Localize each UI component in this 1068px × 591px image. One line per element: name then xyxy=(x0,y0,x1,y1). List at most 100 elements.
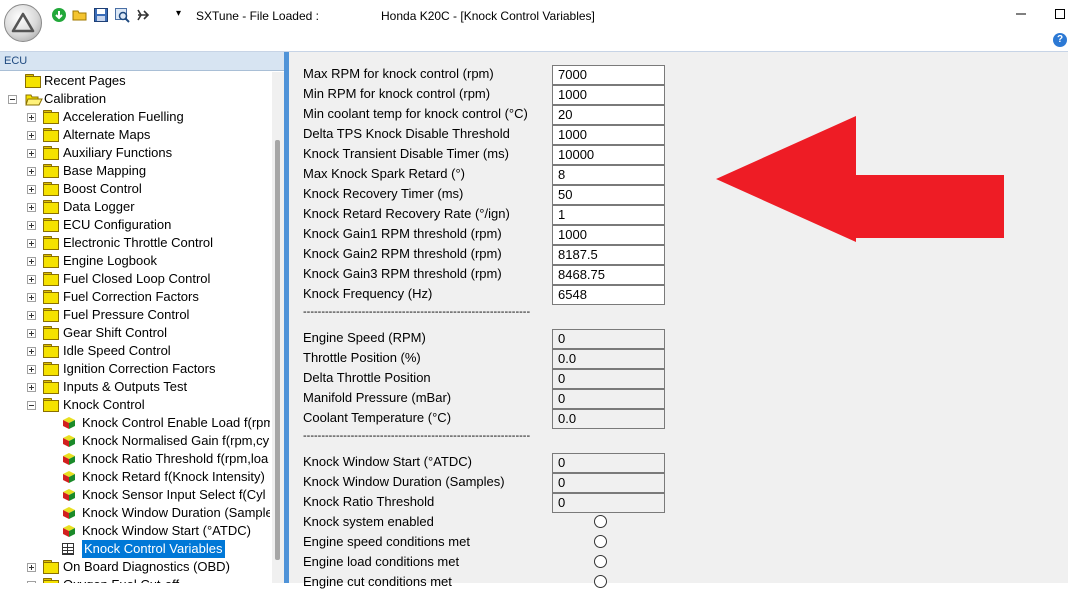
value-input[interactable]: 8468.75 xyxy=(552,265,665,285)
expand-icon[interactable] xyxy=(27,203,36,212)
expand-icon[interactable] xyxy=(27,383,36,392)
map-cube-icon xyxy=(62,434,76,448)
folder-icon xyxy=(43,398,59,412)
value-input[interactable]: 10000 xyxy=(552,145,665,165)
tree-item[interactable]: Knock Window Duration (Sample xyxy=(0,504,270,522)
minimize-icon[interactable] xyxy=(1013,6,1029,22)
open-folder-icon[interactable] xyxy=(71,6,89,24)
toolbar-customize-icon[interactable]: ▾ xyxy=(176,8,181,19)
tree-item[interactable]: Boost Control xyxy=(0,180,270,198)
value-input[interactable]: 7000 xyxy=(552,65,665,85)
map-cube-icon xyxy=(62,524,76,538)
expand-icon[interactable] xyxy=(27,131,36,140)
search-icon[interactable] xyxy=(113,6,131,24)
tree-item[interactable]: Calibration xyxy=(0,90,270,108)
section-separator: ----------------------------------------… xyxy=(303,306,531,318)
value-input[interactable]: 50 xyxy=(552,185,665,205)
condition-row: Engine cut conditions met xyxy=(303,573,623,591)
navigate-icon[interactable] xyxy=(134,6,152,24)
tree-item-label: Idle Speed Control xyxy=(63,343,171,358)
tree-item[interactable]: Oxygen Fuel Cut-off... xyxy=(0,576,270,583)
folder-icon xyxy=(43,272,59,286)
tree-item[interactable]: Engine Logbook xyxy=(0,252,270,270)
tree-item[interactable]: Knock Window Start (°ATDC) xyxy=(0,522,270,540)
tree-item[interactable]: Idle Speed Control xyxy=(0,342,270,360)
folder-icon xyxy=(43,380,59,394)
collapse-icon[interactable] xyxy=(27,401,36,410)
tree-scrollbar-thumb[interactable] xyxy=(275,140,280,560)
expand-icon[interactable] xyxy=(27,275,36,284)
variable-row: Coolant Temperature (°C) 0.0 xyxy=(303,409,673,429)
condition-label: Engine speed conditions met xyxy=(303,534,470,549)
expand-icon[interactable] xyxy=(27,311,36,320)
value-input[interactable]: 1000 xyxy=(552,125,665,145)
tree-item[interactable]: Knock Control Enable Load f(rpm xyxy=(0,414,270,432)
value-input[interactable]: 8 xyxy=(552,165,665,185)
tree-item[interactable]: Recent Pages xyxy=(0,72,270,90)
red-arrow-annotation xyxy=(716,116,1004,242)
condition-indicator xyxy=(594,575,607,588)
tree-item[interactable]: Auxiliary Functions xyxy=(0,144,270,162)
tree-item-label: Oxygen Fuel Cut-off... xyxy=(63,576,190,583)
variable-row: Knock Retard Recovery Rate (°/ign) 1 xyxy=(303,205,673,225)
variable-label: Knock Ratio Threshold xyxy=(303,494,435,509)
expand-icon[interactable] xyxy=(27,221,36,230)
tree-item[interactable]: Inputs & Outputs Test xyxy=(0,378,270,396)
tree-item[interactable]: Electronic Throttle Control xyxy=(0,234,270,252)
expand-icon[interactable] xyxy=(27,239,36,248)
tree-item[interactable]: Knock Ratio Threshold f(rpm,loa xyxy=(0,450,270,468)
value-input[interactable]: 1 xyxy=(552,205,665,225)
expand-icon[interactable] xyxy=(27,563,36,572)
expand-icon[interactable] xyxy=(27,185,36,194)
connect-icon[interactable] xyxy=(50,6,68,24)
tree-item[interactable]: Fuel Closed Loop Control xyxy=(0,270,270,288)
readonly-value-field: 0.0 xyxy=(552,349,665,369)
tree-item[interactable]: Knock Control Variables xyxy=(0,540,270,558)
tree-item[interactable]: Knock Control xyxy=(0,396,270,414)
app-title: SXTune - File Loaded : xyxy=(196,9,319,23)
tree-item[interactable]: Fuel Correction Factors xyxy=(0,288,270,306)
condition-row: Engine speed conditions met xyxy=(303,533,623,551)
readonly-value-field: 0 xyxy=(552,369,665,389)
tree-item[interactable]: Base Mapping xyxy=(0,162,270,180)
tree-item[interactable]: Knock Retard f(Knock Intensity) xyxy=(0,468,270,486)
condition-indicator xyxy=(594,535,607,548)
save-icon[interactable] xyxy=(92,6,110,24)
maximize-icon[interactable] xyxy=(1052,6,1068,22)
tree-item[interactable]: Gear Shift Control xyxy=(0,324,270,342)
tree-item[interactable]: Fuel Pressure Control xyxy=(0,306,270,324)
value-input[interactable]: 20 xyxy=(552,105,665,125)
variable-label: Max RPM for knock control (rpm) xyxy=(303,66,494,81)
expand-icon[interactable] xyxy=(27,365,36,374)
expand-icon[interactable] xyxy=(27,329,36,338)
variable-row: Knock Ratio Threshold 0 xyxy=(303,493,673,513)
tree-item[interactable]: Data Logger xyxy=(0,198,270,216)
tree-item[interactable]: Knock Normalised Gain f(rpm,cy xyxy=(0,432,270,450)
expand-icon[interactable] xyxy=(27,347,36,356)
expand-icon[interactable] xyxy=(27,167,36,176)
value-input[interactable]: 8187.5 xyxy=(552,245,665,265)
readonly-value-field: 0 xyxy=(552,453,665,473)
tree-item-label: Knock Normalised Gain f(rpm,cy xyxy=(82,433,270,448)
expand-icon[interactable] xyxy=(27,113,36,122)
app-logo-icon[interactable] xyxy=(4,4,42,42)
ecu-panel-header: ECU xyxy=(0,52,284,71)
tree-item-label: Electronic Throttle Control xyxy=(63,235,214,250)
tree-item[interactable]: On Board Diagnostics (OBD) xyxy=(0,558,270,576)
calibration-tree[interactable]: Recent Pages Calibration Acceleration Fuel… xyxy=(0,72,270,583)
tree-item[interactable]: Knock Sensor Input Select f(Cyl xyxy=(0,486,270,504)
help-icon[interactable]: ? xyxy=(1053,33,1067,47)
collapse-icon[interactable] xyxy=(8,95,17,104)
variable-label: Knock Gain1 RPM threshold (rpm) xyxy=(303,226,502,241)
value-input[interactable]: 6548 xyxy=(552,285,665,305)
variable-row: Knock Gain2 RPM threshold (rpm) 8187.5 xyxy=(303,245,673,265)
value-input[interactable]: 1000 xyxy=(552,85,665,105)
tree-item[interactable]: Alternate Maps xyxy=(0,126,270,144)
value-input[interactable]: 1000 xyxy=(552,225,665,245)
expand-icon[interactable] xyxy=(27,149,36,158)
tree-item[interactable]: Acceleration Fuelling xyxy=(0,108,270,126)
expand-icon[interactable] xyxy=(27,257,36,266)
tree-item[interactable]: ECU Configuration xyxy=(0,216,270,234)
tree-item[interactable]: Ignition Correction Factors xyxy=(0,360,270,378)
expand-icon[interactable] xyxy=(27,293,36,302)
